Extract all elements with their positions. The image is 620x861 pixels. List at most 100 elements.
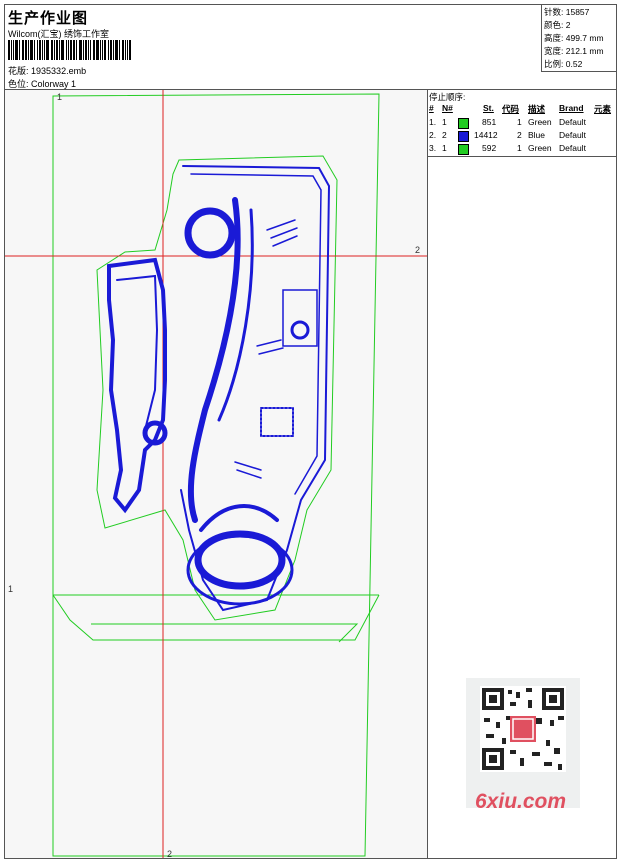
barcode-bar xyxy=(79,40,82,60)
guide-lines xyxy=(5,90,427,858)
stop-row: 1. 1 851 1 Green Default xyxy=(428,117,616,129)
stop-desc: Blue xyxy=(528,130,546,140)
barcode-bar xyxy=(119,40,120,60)
barcode-bar xyxy=(96,40,99,60)
stop-index: 1. xyxy=(429,117,437,127)
barcode-bar xyxy=(37,40,38,60)
barcode-bar xyxy=(44,40,45,60)
marker-1-top: 1 xyxy=(57,92,62,102)
barcode-bar xyxy=(25,40,27,60)
color-swatch xyxy=(458,131,469,142)
barcode-bar xyxy=(19,40,20,60)
stop-brand: Default xyxy=(559,117,586,127)
col-header-stitches: St. xyxy=(483,103,494,113)
colorway-label: 色位: xyxy=(8,79,29,89)
design-preview-canvas: 1 2 1 2 xyxy=(5,90,428,858)
design-width-label: 宽度: xyxy=(544,46,564,56)
color-swatch xyxy=(458,144,469,155)
barcode-bar xyxy=(100,40,101,60)
color-count-label: 颜色: xyxy=(544,20,564,30)
stop-code: 1 xyxy=(517,143,522,153)
barcode xyxy=(8,40,144,60)
barcode-bar xyxy=(127,40,128,60)
colorway-line: 色位: Colorway 1 xyxy=(8,77,76,90)
qr-code-watermark xyxy=(466,678,580,808)
barcode-bar xyxy=(42,40,43,60)
embroidery-preview: 1 2 1 2 xyxy=(5,90,427,858)
stop-needle: 1 xyxy=(442,143,447,153)
barcode-bar xyxy=(30,40,33,60)
barcode-bar xyxy=(66,40,67,60)
design-height-label: 高度: xyxy=(544,33,564,43)
barcode-bar xyxy=(83,40,84,60)
stats-box: 针数: 15857 颜色: 2 高度: 499.7 mm 宽度: 212.1 m… xyxy=(541,5,617,72)
stop-index: 3. xyxy=(429,143,437,153)
stop-brand: Default xyxy=(559,143,586,153)
color-count: 颜色: 2 xyxy=(544,19,570,31)
barcode-bar xyxy=(59,40,60,60)
marker-1-left: 1 xyxy=(8,584,13,594)
barcode-bar xyxy=(51,40,53,60)
barcode-bar xyxy=(85,40,87,60)
stop-sequence-panel: 停止顺序: # N# St. 代码 描述 Brand 元素 1. 1 851 1… xyxy=(428,90,616,157)
barcode-bar xyxy=(113,40,114,60)
barcode-bar xyxy=(22,40,24,60)
barcode-bar xyxy=(73,40,75,60)
barcode-bar xyxy=(125,40,126,60)
design-height-value: 499.7 mm xyxy=(565,33,604,43)
barcode-bar xyxy=(34,40,35,60)
stop-stitches: 592 xyxy=(482,143,497,153)
colorway-value: Colorway 1 xyxy=(31,79,77,89)
color-count-value: 2 xyxy=(565,20,571,30)
barcode-bar xyxy=(122,40,124,60)
stop-code: 2 xyxy=(517,130,522,140)
barcode-bar xyxy=(108,40,109,60)
design-file-line: 花版: 1935332.emb xyxy=(8,64,86,77)
barcode-bar xyxy=(11,40,12,60)
barcode-bar xyxy=(39,40,41,60)
stop-desc: Green xyxy=(528,117,552,127)
barcode-bar xyxy=(28,40,29,60)
stop-needle: 1 xyxy=(442,117,447,127)
barcode-bar xyxy=(90,40,91,60)
design-scale-value: 0.52 xyxy=(565,59,583,69)
stop-sequence-title: 停止顺序: xyxy=(429,92,466,102)
color-swatch xyxy=(458,118,469,129)
stitch-design xyxy=(107,165,331,612)
barcode-bar xyxy=(76,40,77,60)
barcode-bar xyxy=(56,40,58,60)
barcode-bar xyxy=(104,40,106,60)
barcode-bar xyxy=(13,40,14,60)
barcode-bar xyxy=(46,40,49,60)
marker-2-bottom: 2 xyxy=(167,849,172,858)
barcode-bar xyxy=(70,40,72,60)
design-label: 花版: xyxy=(8,66,29,76)
barcode-bar xyxy=(15,40,18,60)
stop-desc: Green xyxy=(528,143,552,153)
barcode-bar xyxy=(88,40,89,60)
design-width-value: 212.1 mm xyxy=(565,46,604,56)
stop-stitches: 851 xyxy=(482,117,497,127)
stitch-count-label: 针数: xyxy=(544,7,564,17)
barcode-bar xyxy=(110,40,112,60)
stitch-count: 针数: 15857 xyxy=(544,6,589,18)
qr-code-icon xyxy=(480,686,566,772)
sheet-header: 生产作业图 Wilcom(汇宝) 绣饰工作室 花版: 1935332.emb 色… xyxy=(5,5,617,90)
barcode-bar xyxy=(93,40,95,60)
sheet-title: 生产作业图 xyxy=(8,10,89,27)
stop-needle: 2 xyxy=(442,130,447,140)
stop-row: 2. 2 14412 2 Blue Default xyxy=(428,130,616,142)
col-header-element: 元素 xyxy=(594,104,612,114)
design-scale: 比例: 0.52 xyxy=(544,58,582,70)
barcode-bar xyxy=(129,40,131,60)
stop-index: 2. xyxy=(429,130,437,140)
design-height: 高度: 499.7 mm xyxy=(544,32,604,44)
col-header-desc: 描述 xyxy=(528,104,546,114)
stop-stitches: 14412 xyxy=(474,130,498,140)
stitch-count-value: 15857 xyxy=(565,7,590,17)
barcode-bar xyxy=(68,40,69,60)
barcode-bar xyxy=(54,40,55,60)
barcode-bar xyxy=(8,40,10,60)
design-scale-label: 比例: xyxy=(544,59,564,69)
design-width: 宽度: 212.1 mm xyxy=(544,45,604,57)
